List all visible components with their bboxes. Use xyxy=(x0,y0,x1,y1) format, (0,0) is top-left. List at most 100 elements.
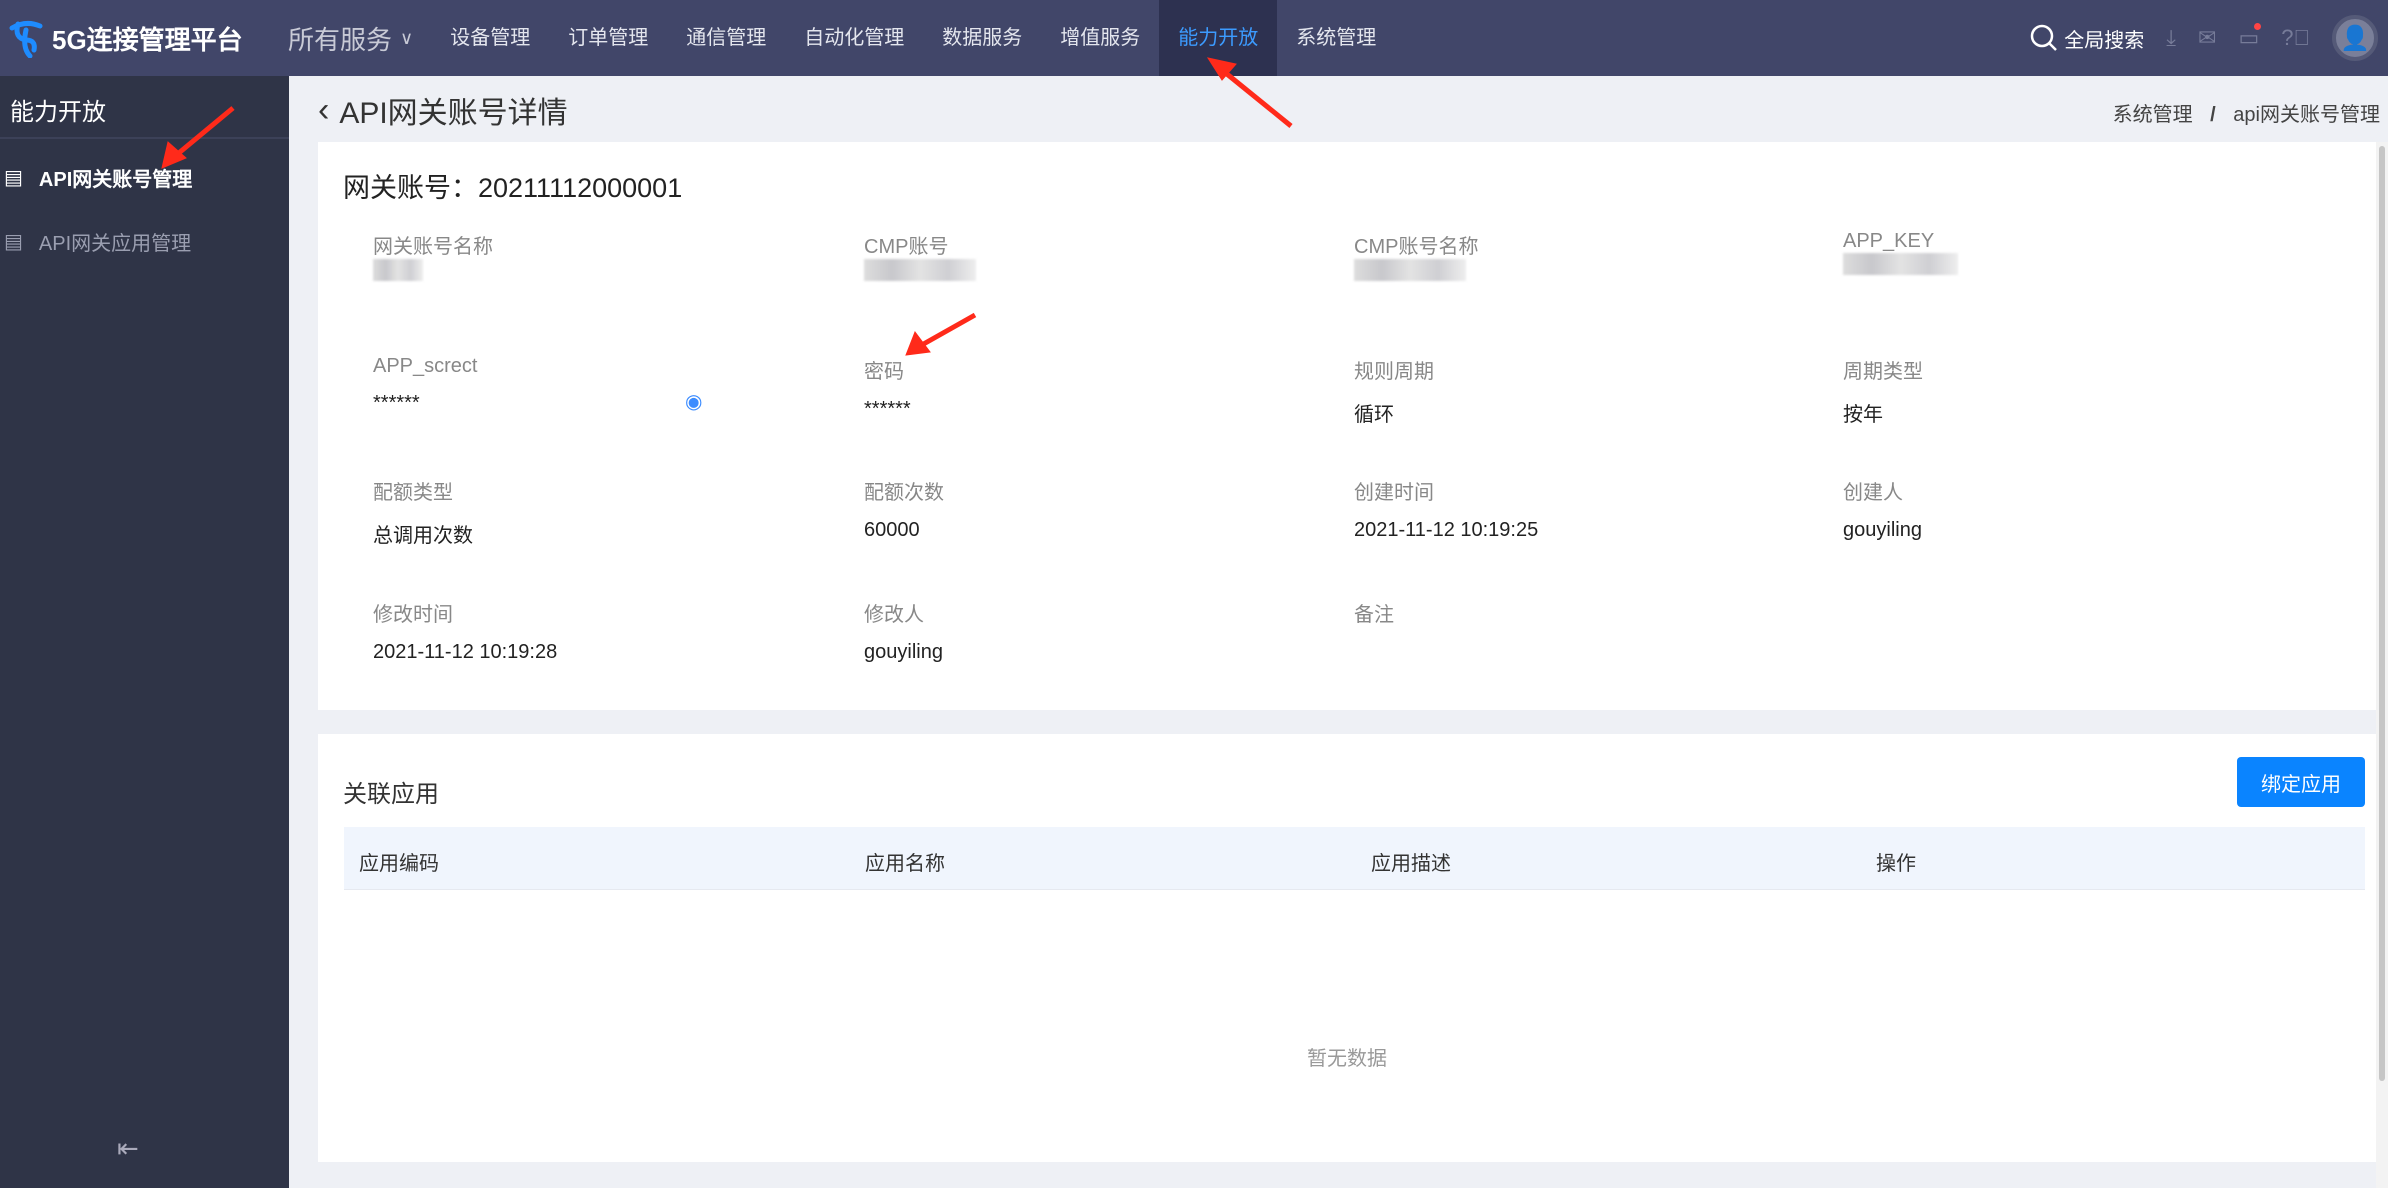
document-icon: ▤ xyxy=(4,166,23,189)
account-heading: 网关账号：20211112000001 xyxy=(343,173,683,203)
logo-text: 5G连接管理平台 xyxy=(52,24,243,55)
nav-data-service[interactable]: 数据服务 xyxy=(923,0,1041,76)
mail-icon[interactable]: ✉ xyxy=(2198,25,2216,51)
field-value: gouyiling xyxy=(1843,519,1922,541)
chevron-down-icon: ∨ xyxy=(400,27,414,48)
all-services-dropdown[interactable]: 所有服务 ∨ xyxy=(288,20,413,57)
field-value xyxy=(1354,641,1794,665)
global-search-label: 全局搜索 xyxy=(2064,29,2145,52)
field-value: 循环 xyxy=(1354,404,1394,426)
field-value: ****** xyxy=(864,398,911,420)
sidebar-item-label: API网关账号管理 xyxy=(38,168,193,191)
field-label: 网关账号名称 xyxy=(373,236,493,258)
detail-field: CMP账号名称 xyxy=(1354,230,1794,286)
field-label: 创建时间 xyxy=(1354,482,1434,504)
all-services-label: 所有服务 xyxy=(288,24,393,55)
field-label: CMP账号 xyxy=(864,236,949,258)
logo[interactable]: 5G连接管理平台 xyxy=(0,18,280,58)
breadcrumb-separator: / xyxy=(2210,104,2216,126)
detail-field: 修改人 gouyiling xyxy=(864,598,1304,665)
field-label: APP_screct xyxy=(373,355,478,377)
bind-app-button[interactable]: 绑定应用 xyxy=(2237,757,2365,807)
document-icon: ▤ xyxy=(4,230,23,253)
breadcrumb: 系统管理 / api网关账号管理 xyxy=(2113,98,2380,127)
page-title: ‹ API网关账号详情 xyxy=(318,88,568,132)
detail-field: APP_KEY xyxy=(1843,230,2283,280)
field-value: 60000 xyxy=(864,519,920,541)
nav-order[interactable]: 订单管理 xyxy=(549,0,667,76)
detail-field: 周期类型 按年 xyxy=(1843,355,2283,426)
eye-icon[interactable]: ◉ xyxy=(685,389,702,414)
detail-field: 密码 ****** xyxy=(864,355,1304,422)
column-app-code: 应用编码 xyxy=(359,853,439,875)
field-label: 修改人 xyxy=(864,604,924,626)
table-header: 应用编码 应用名称 应用描述 操作 xyxy=(344,827,2365,890)
monitor-icon[interactable]: ▭ xyxy=(2238,23,2262,51)
scrollbar[interactable] xyxy=(2376,142,2388,1188)
help-icon[interactable]: ?⃝ xyxy=(2281,25,2310,51)
redacted-value xyxy=(1354,259,1466,281)
field-value: 2021-11-12 10:19:25 xyxy=(1354,519,1539,541)
nav-device[interactable]: 设备管理 xyxy=(431,0,549,76)
field-label: 创建人 xyxy=(1843,482,1903,504)
page-title-text: API网关账号详情 xyxy=(339,97,568,130)
collapse-sidebar-icon[interactable]: ⇤ xyxy=(117,1133,139,1164)
telecom-logo-icon xyxy=(9,20,43,58)
nav-automation[interactable]: 自动化管理 xyxy=(785,0,923,76)
redacted-value xyxy=(1843,253,1958,275)
download-icon[interactable]: ⤓ xyxy=(2166,25,2176,51)
detail-field: CMP账号 xyxy=(864,230,1304,286)
redacted-value xyxy=(864,259,976,281)
detail-field: 网关账号名称 xyxy=(373,230,813,286)
nav-system[interactable]: 系统管理 xyxy=(1277,0,1395,76)
detail-field: 配额次数 60000 xyxy=(864,476,1304,543)
nav-value-added[interactable]: 增值服务 xyxy=(1041,0,1159,76)
annotation-arrow-nav xyxy=(1220,68,1293,128)
field-value: 按年 xyxy=(1843,404,1883,426)
column-app-name: 应用名称 xyxy=(865,853,945,875)
sidebar-item-label: API网关应用管理 xyxy=(38,232,192,255)
field-label: 备注 xyxy=(1354,604,1394,626)
empty-state: 暂无数据 xyxy=(1307,1048,1387,1070)
field-value: ****** xyxy=(373,392,420,414)
sidebar-item-api-app[interactable]: ▤ API网关应用管理 xyxy=(0,209,289,273)
field-label: APP_KEY xyxy=(1843,230,1935,252)
detail-field: 规则周期 循环 xyxy=(1354,355,1794,426)
detail-field: 备注 xyxy=(1354,598,1794,665)
field-label: CMP账号名称 xyxy=(1354,236,1479,258)
back-icon[interactable]: ‹ xyxy=(318,91,329,130)
global-search-button[interactable]: 全局搜索 xyxy=(2030,24,2144,53)
nav-communication[interactable]: 通信管理 xyxy=(667,0,785,76)
column-actions: 操作 xyxy=(1876,853,1916,875)
field-label: 配额类型 xyxy=(373,482,453,504)
detail-field: APP_screct ****** ◉ xyxy=(373,355,813,416)
top-nav-bar: 5G连接管理平台 所有服务 ∨ 设备管理 订单管理 通信管理 自动化管理 数据服务… xyxy=(0,0,2388,76)
field-label: 规则周期 xyxy=(1354,361,1434,383)
breadcrumb-system[interactable]: 系统管理 xyxy=(2113,104,2193,126)
account-detail-card: 网关账号：20211112000001 网关账号名称 CMP账号 CMP账号名称 AP… xyxy=(318,142,2376,710)
field-value: 总调用次数 xyxy=(373,525,473,547)
detail-field: 创建人 gouyiling xyxy=(1843,476,2283,543)
detail-field: 创建时间 2021-11-12 10:19:25 xyxy=(1354,476,1794,543)
related-apps-title: 关联应用 xyxy=(343,781,439,808)
column-app-desc: 应用描述 xyxy=(1371,853,1451,875)
field-label: 密码 xyxy=(864,361,904,383)
detail-field: 配额类型 总调用次数 xyxy=(373,476,813,547)
sidebar-title: 能力开放 xyxy=(0,76,289,139)
sidebar-item-api-account[interactable]: ▤ API网关账号管理 xyxy=(0,145,289,209)
field-label: 修改时间 xyxy=(373,604,453,626)
detail-field: 修改时间 2021-11-12 10:19:28 xyxy=(373,598,813,665)
nav-capability-open[interactable]: 能力开放 xyxy=(1159,0,1278,76)
field-value: gouyiling xyxy=(864,641,943,663)
user-avatar[interactable]: 👤 xyxy=(2332,15,2378,61)
redacted-value xyxy=(373,259,423,281)
user-avatar-icon: 👤 xyxy=(2340,24,2370,52)
sidebar: 能力开放 ▤ API网关账号管理 ▤ API网关应用管理 ⇤ xyxy=(0,76,289,1188)
breadcrumb-current: api网关账号管理 xyxy=(2233,104,2380,126)
search-icon xyxy=(2031,24,2058,51)
field-label: 周期类型 xyxy=(1843,361,1923,383)
field-value: 2021-11-12 10:19:28 xyxy=(373,641,558,663)
related-apps-card: 关联应用 绑定应用 应用编码 应用名称 应用描述 操作 暂无数据 xyxy=(318,734,2376,1162)
scrollbar-thumb[interactable] xyxy=(2379,146,2385,1081)
field-label: 配额次数 xyxy=(864,482,944,504)
